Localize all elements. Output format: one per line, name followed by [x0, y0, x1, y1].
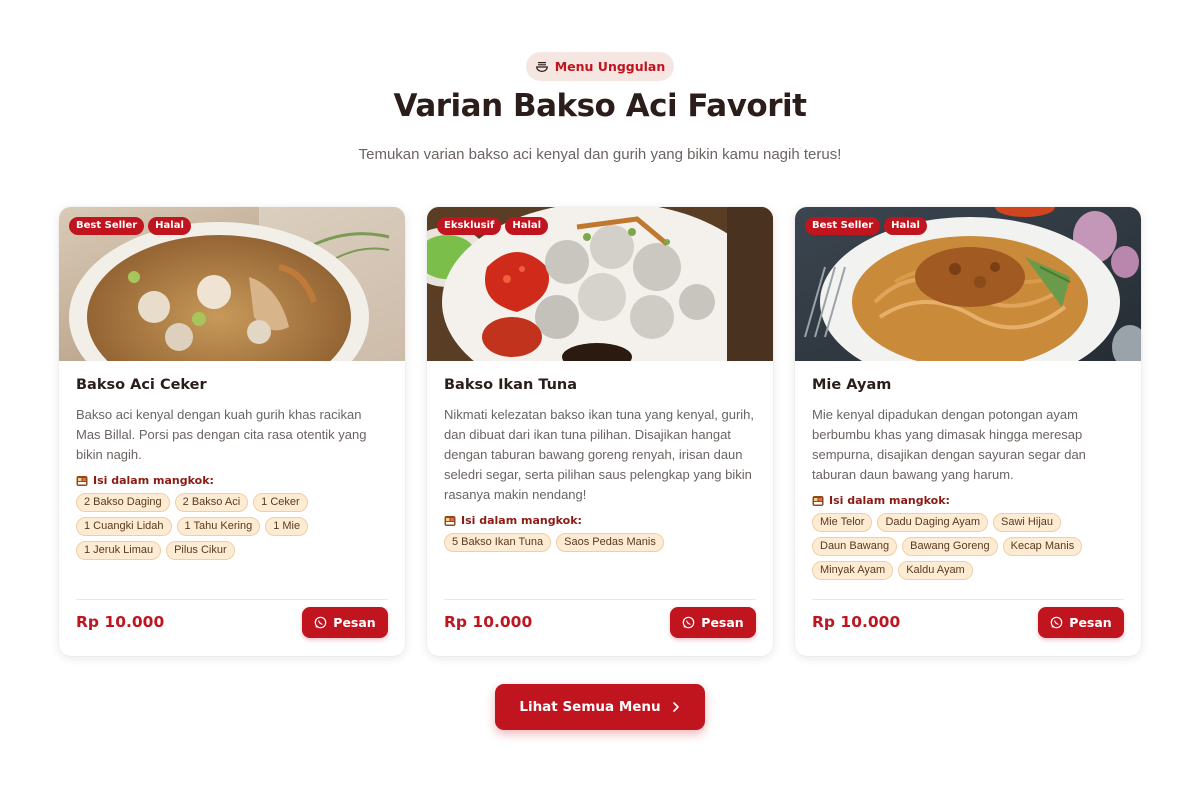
- food-photo: Best Seller Halal: [59, 207, 405, 361]
- food-photo: Eksklusif Halal: [427, 207, 773, 361]
- section-subtitle: Temukan varian bakso aci kenyal dan guri…: [358, 146, 842, 163]
- badge-best-seller: Best Seller: [69, 217, 145, 235]
- contents-chips: Mie Telor Dadu Daging Ayam Sawi Hijau Da…: [812, 513, 1125, 580]
- badge-exclusive: Eksklusif: [437, 217, 502, 235]
- menu-description: Mie kenyal dipadukan dengan potongan aya…: [812, 407, 1086, 482]
- content-chip: 1 Jeruk Limau: [76, 541, 162, 560]
- bento-icon: [76, 475, 88, 486]
- menu-price: Rp 10.000: [812, 613, 901, 631]
- badge-halal: Halal: [505, 217, 549, 235]
- content-chip: Bawang Goreng: [902, 537, 998, 556]
- chevron-right-icon: [672, 702, 679, 712]
- menu-description: Bakso aci kenyal dengan kuah gurih khas …: [76, 407, 367, 462]
- contents-chips: 2 Bakso Daging 2 Bakso Aci 1 Ceker 1 Cua…: [76, 493, 389, 560]
- content-chip: 1 Ceker: [253, 493, 308, 512]
- content-chip: 1 Cuangki Lidah: [76, 517, 172, 536]
- badge-halal: Halal: [884, 217, 927, 235]
- section-title: Varian Bakso Aci Favorit: [393, 88, 807, 124]
- card-divider: [812, 599, 1124, 600]
- content-chip: 1 Mie: [265, 517, 309, 536]
- whatsapp-icon: [1050, 616, 1063, 629]
- order-button[interactable]: Pesan: [302, 607, 388, 638]
- menu-card-bakso-aci-ceker: Best Seller Halal Bakso Aci Ceker Bakso …: [59, 207, 405, 656]
- order-button-label: Pesan: [701, 615, 744, 630]
- contents-label: Isi dalam mangkok:: [461, 514, 582, 527]
- content-chip: Mie Telor: [812, 513, 873, 532]
- contents-heading: Isi dalam mangkok:: [76, 474, 389, 487]
- content-chip: Saos Pedas Manis: [556, 533, 664, 552]
- card-divider: [76, 599, 388, 600]
- menu-name: Mie Ayam: [812, 377, 892, 393]
- content-chip: Minyak Ayam: [812, 561, 894, 580]
- order-button-label: Pesan: [1069, 615, 1112, 630]
- menu-price: Rp 10.000: [444, 613, 533, 631]
- content-chip: Dadu Daging Ayam: [877, 513, 989, 532]
- bento-icon: [812, 495, 824, 506]
- bowl-icon: [535, 61, 548, 72]
- content-chip: Pilus Cikur: [166, 541, 235, 560]
- contents-heading: Isi dalam mangkok:: [444, 514, 757, 527]
- content-chip: Daun Bawang: [812, 537, 898, 556]
- order-button[interactable]: Pesan: [1038, 607, 1124, 638]
- section-badge-label: Menu Unggulan: [554, 59, 666, 74]
- badge-best-seller: Best Seller: [805, 217, 881, 235]
- contents-label: Isi dalam mangkok:: [829, 494, 950, 507]
- menu-name: Bakso Ikan Tuna: [444, 377, 578, 393]
- order-button-label: Pesan: [333, 615, 376, 630]
- menu-card-mie-ayam: Best Seller Halal Mie Ayam Mie kenyal di…: [795, 207, 1141, 656]
- content-chip: Kaldu Ayam: [898, 561, 973, 580]
- menu-description: Nikmati kelezatan bakso ikan tuna yang k…: [444, 407, 755, 502]
- content-chip: 1 Tahu Kering: [176, 517, 261, 536]
- menu-card-bakso-ikan-tuna: Eksklusif Halal Bakso Ikan Tuna Nikmati …: [427, 207, 773, 656]
- contents-chips: 5 Bakso Ikan Tuna Saos Pedas Manis: [444, 533, 757, 552]
- menu-price: Rp 10.000: [76, 613, 165, 631]
- content-chip: 2 Bakso Aci: [174, 493, 249, 512]
- content-chip: Kecap Manis: [1002, 537, 1083, 556]
- menu-name: Bakso Aci Ceker: [76, 377, 207, 393]
- badge-halal: Halal: [148, 217, 191, 235]
- content-chip: 5 Bakso Ikan Tuna: [444, 533, 552, 552]
- view-all-menu-label: Lihat Semua Menu: [519, 699, 661, 715]
- section-badge: Menu Unggulan: [526, 52, 674, 81]
- order-button[interactable]: Pesan: [670, 607, 756, 638]
- bento-icon: [444, 515, 456, 526]
- contents-heading: Isi dalam mangkok:: [812, 494, 1125, 507]
- content-chip: 2 Bakso Daging: [76, 493, 170, 512]
- card-divider: [444, 599, 756, 600]
- whatsapp-icon: [682, 616, 695, 629]
- whatsapp-icon: [314, 616, 327, 629]
- contents-label: Isi dalam mangkok:: [93, 474, 214, 487]
- content-chip: Sawi Hijau: [993, 513, 1061, 532]
- food-photo: Best Seller Halal: [795, 207, 1141, 361]
- view-all-menu-button[interactable]: Lihat Semua Menu: [495, 684, 705, 730]
